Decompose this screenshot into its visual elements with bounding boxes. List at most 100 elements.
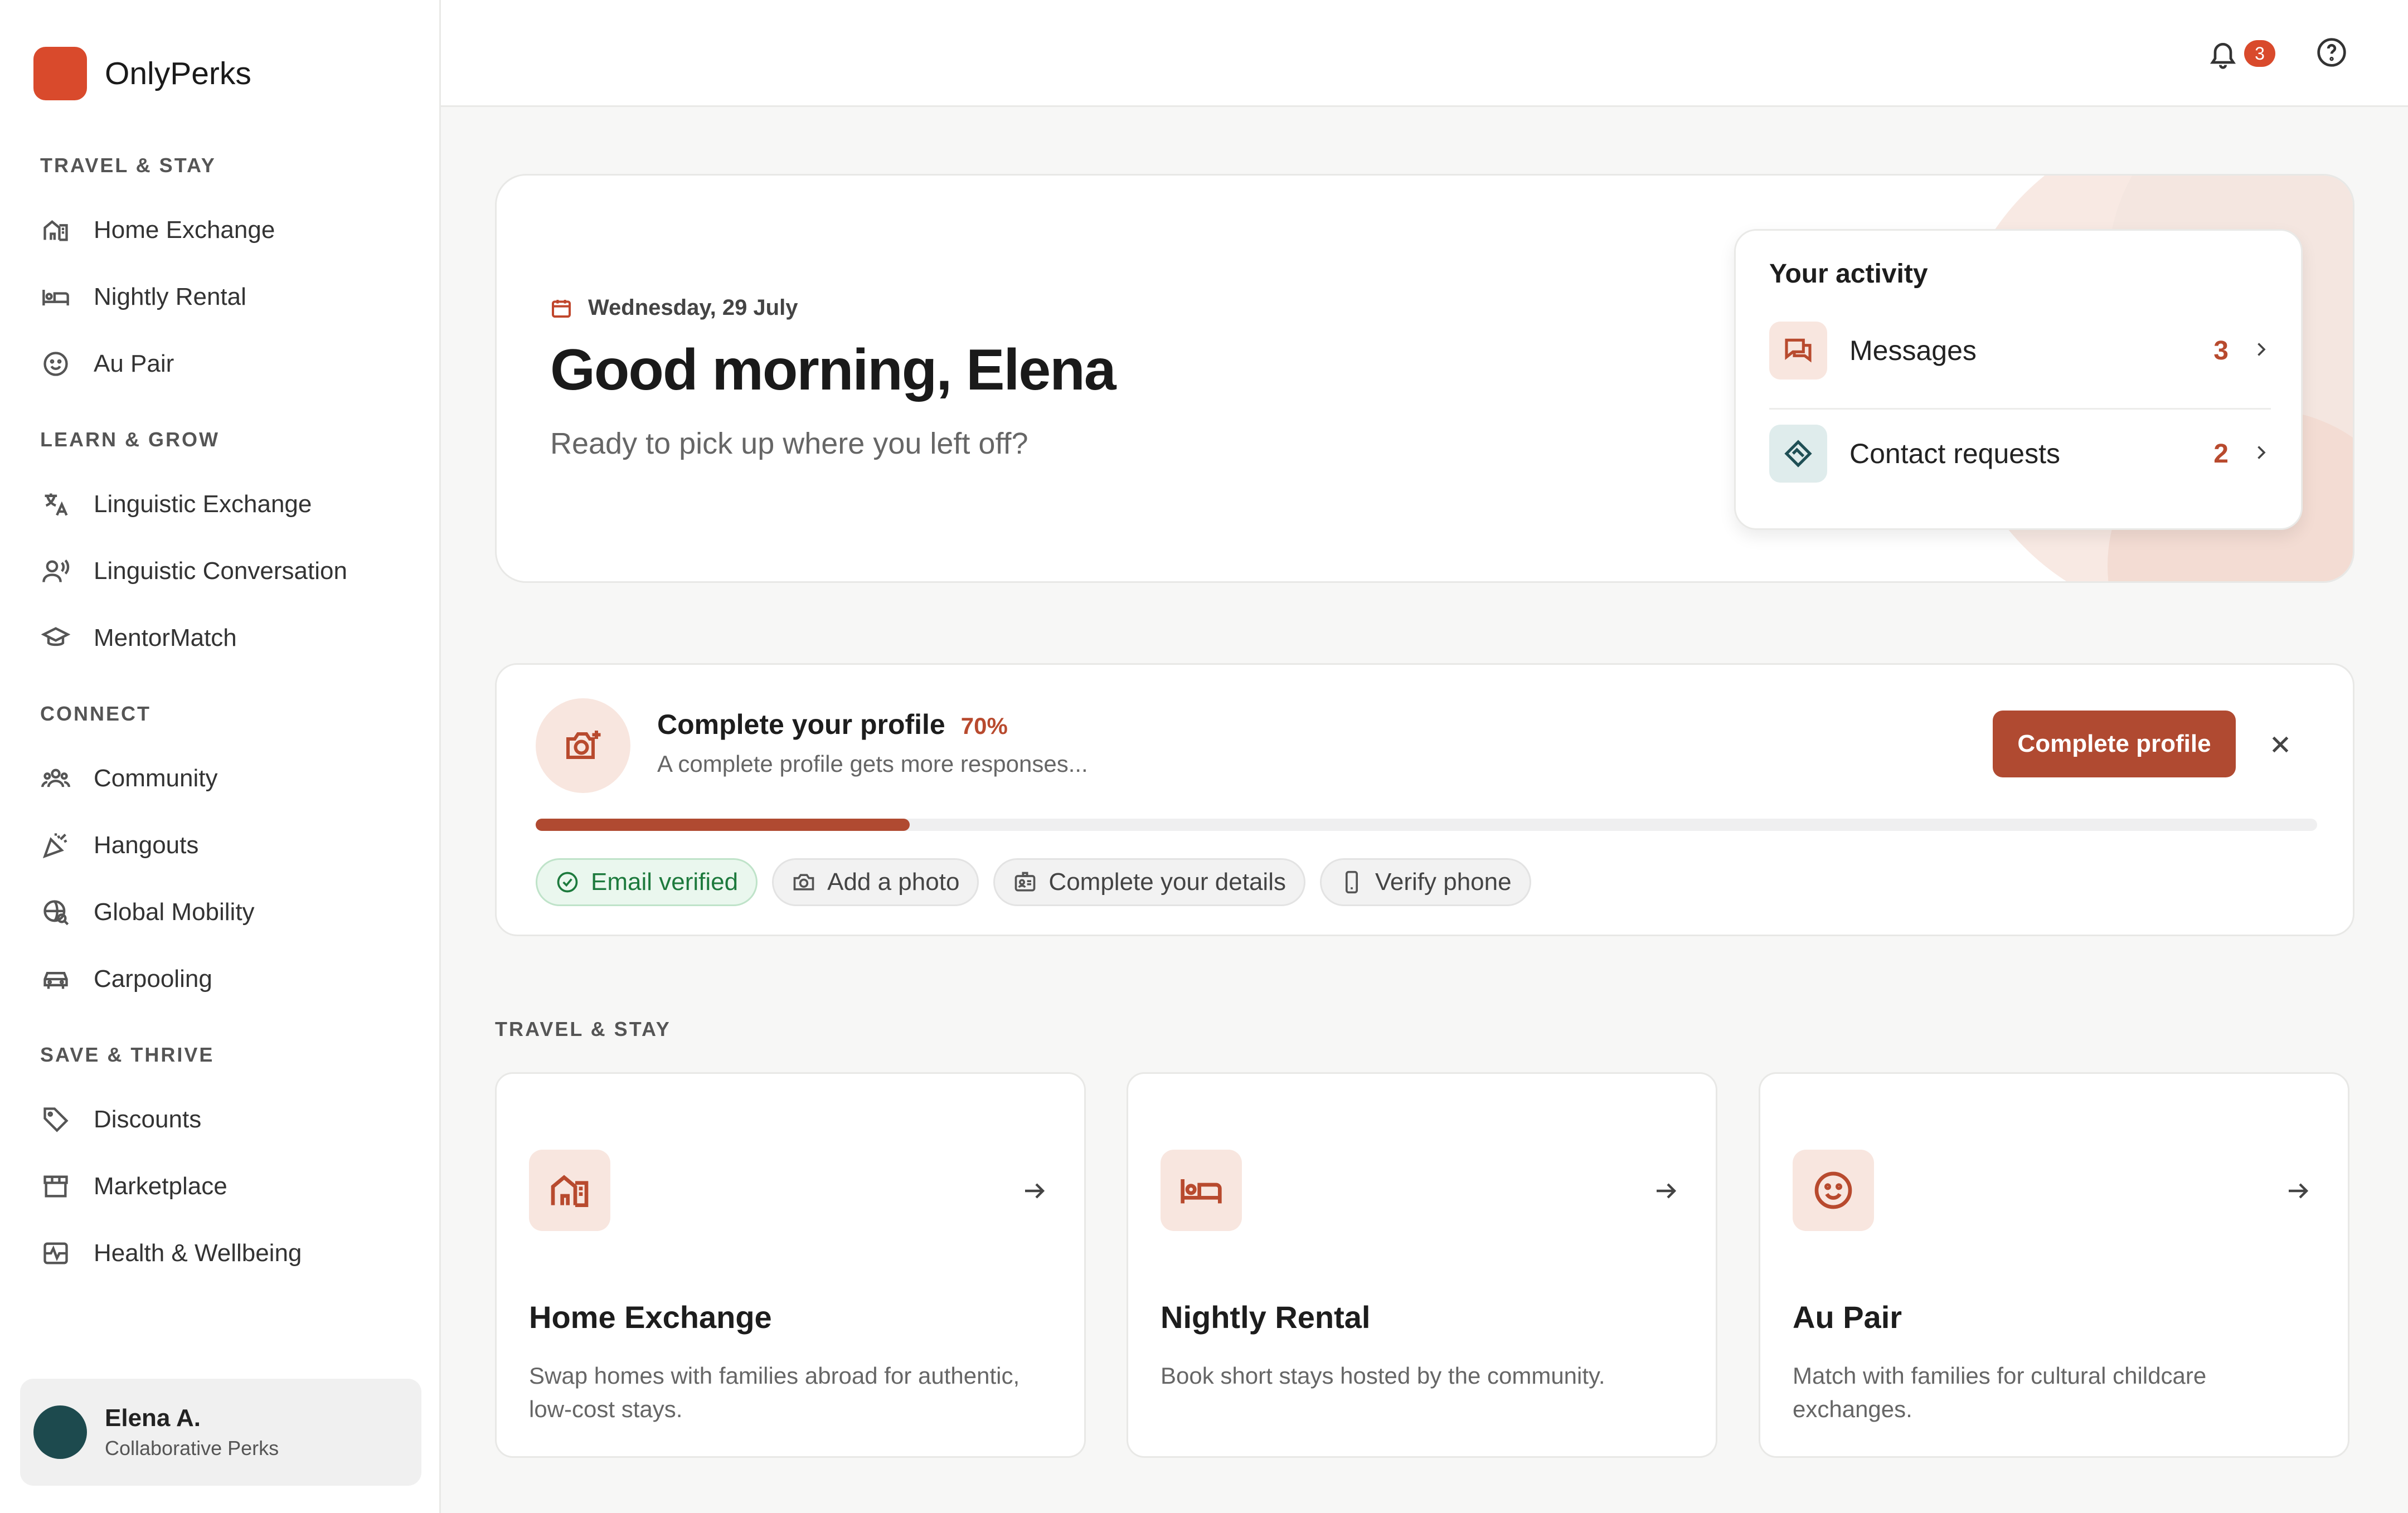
- chip-label: Add a photo: [827, 868, 960, 896]
- user-subtitle: Collaborative Perks: [105, 1437, 279, 1460]
- activity-title: Your activity: [1769, 259, 1928, 289]
- sidebar-item-carpooling[interactable]: Carpooling: [40, 957, 212, 1001]
- sidebar-item-linguistic-conversation[interactable]: Linguistic Conversation: [40, 549, 347, 593]
- car-icon: [40, 964, 71, 995]
- progress-fill: [536, 819, 910, 831]
- chip-email-verified[interactable]: Email verified: [536, 858, 758, 906]
- sidebar-item-label: Community: [94, 765, 218, 792]
- sidebar-item-label: Hangouts: [94, 831, 199, 859]
- arrow-right-icon: [2284, 1178, 2311, 1204]
- translate-icon: [40, 489, 71, 520]
- smiley-icon: [40, 348, 71, 380]
- card-description: Match with families for cultural childca…: [1793, 1363, 2207, 1422]
- greeting-card: Wednesday, 29 July Good morning, Elena R…: [495, 174, 2354, 583]
- card-title: Nightly Rental: [1161, 1300, 1371, 1335]
- brand-name: OnlyPerks: [105, 56, 251, 91]
- chip-add-photo[interactable]: Add a photo: [772, 858, 979, 906]
- user-info: Elena A. Collaborative Perks: [105, 1404, 279, 1460]
- calendar-icon: [552, 299, 571, 318]
- bed-icon: [40, 281, 71, 313]
- brand-logo: [33, 47, 87, 100]
- nav-section-travel: TRAVEL & STAY: [40, 154, 216, 177]
- bell-icon[interactable]: [2207, 39, 2239, 70]
- bed-icon: [1161, 1150, 1242, 1231]
- activity-count: 2: [2213, 439, 2229, 469]
- profile-steps: Email verified Add a photo Complete your…: [536, 858, 1546, 906]
- graduation-cap-icon: [40, 622, 71, 654]
- date-text: Wednesday, 29 July: [588, 295, 798, 320]
- sidebar-item-hangouts[interactable]: Hangouts: [40, 823, 198, 868]
- help-icon[interactable]: [2316, 37, 2349, 70]
- smiley-icon: [1793, 1150, 1874, 1231]
- phone-icon: [1345, 870, 1358, 894]
- notification-badge: 3: [2244, 40, 2275, 67]
- sidebar-item-label: Health & Wellbeing: [94, 1239, 302, 1267]
- sidebar-item-label: Au Pair: [94, 350, 174, 377]
- chevron-right-icon: [2251, 442, 2271, 465]
- id-card-icon: [1015, 872, 1036, 892]
- card-nightly-rental[interactable]: Nightly Rental Book short stays hosted b…: [1127, 1072, 1717, 1458]
- messages-icon: [1769, 322, 1827, 380]
- chip-complete-details[interactable]: Complete your details: [993, 858, 1305, 906]
- chip-label: Email verified: [591, 868, 739, 896]
- activity-row-messages[interactable]: Messages 3: [1769, 312, 2271, 390]
- chevron-right-icon: [2251, 339, 2271, 362]
- globe-search-icon: [40, 897, 71, 928]
- profile-progress-bar: [536, 819, 2317, 831]
- sidebar-item-label: Home Exchange: [94, 216, 275, 244]
- avatar: [33, 1405, 87, 1459]
- arrow-right-icon: [1652, 1178, 1679, 1204]
- card-title: Au Pair: [1793, 1300, 1902, 1335]
- page-subtitle: Ready to pick up where you left off?: [550, 427, 1028, 460]
- arrow-right-icon: [1021, 1178, 1047, 1204]
- profile-subtitle: A complete profile gets more responses..…: [657, 751, 1088, 777]
- check-circle-icon: [557, 872, 578, 893]
- sidebar-item-label: Carpooling: [94, 965, 212, 993]
- nav-section-connect: CONNECT: [40, 702, 151, 725]
- sidebar-item-community[interactable]: Community: [40, 756, 218, 801]
- activity-count: 3: [2213, 335, 2229, 366]
- sidebar-item-linguistic-exchange[interactable]: Linguistic Exchange: [40, 482, 312, 527]
- sidebar-item-health-wellbeing[interactable]: Health & Wellbeing: [40, 1231, 302, 1276]
- sidebar-item-home-exchange[interactable]: Home Exchange: [40, 208, 275, 252]
- camera-plus-icon: [536, 698, 630, 793]
- sidebar-item-label: Global Mobility: [94, 898, 255, 926]
- chip-label: Complete your details: [1048, 868, 1286, 896]
- sidebar-item-label: Linguistic Conversation: [94, 557, 347, 585]
- handshake-icon: [1769, 425, 1827, 483]
- card-au-pair[interactable]: Au Pair Match with families for cultural…: [1759, 1072, 2349, 1458]
- sidebar-item-global-mobility[interactable]: Global Mobility: [40, 890, 255, 935]
- activity-label: Messages: [1849, 335, 1977, 366]
- chip-label: Verify phone: [1375, 868, 1512, 896]
- divider: [1769, 408, 2271, 410]
- sidebar-item-label: Discounts: [94, 1106, 202, 1133]
- sidebar: OnlyPerks TRAVEL & STAY Home Exchange Ni…: [0, 0, 441, 1513]
- party-popper-icon: [40, 830, 71, 861]
- user-name: Elena A.: [105, 1404, 201, 1432]
- speaking-user-icon: [40, 556, 71, 587]
- card-home-exchange[interactable]: Home Exchange Swap homes with families a…: [495, 1072, 1086, 1458]
- nav-section-save: SAVE & THRIVE: [40, 1043, 215, 1066]
- topbar: [441, 0, 2408, 107]
- activity-row-contact-requests[interactable]: Contact requests 2: [1769, 415, 2271, 493]
- sidebar-item-discounts[interactable]: Discounts: [40, 1097, 201, 1142]
- sidebar-item-mentormatch[interactable]: MentorMatch: [40, 616, 237, 660]
- nav-section-learn: LEARN & GROW: [40, 428, 220, 451]
- sidebar-item-marketplace[interactable]: Marketplace: [40, 1164, 227, 1209]
- chip-verify-phone[interactable]: Verify phone: [1319, 858, 1531, 906]
- heart-pulse-icon: [40, 1238, 71, 1269]
- close-icon[interactable]: [2266, 731, 2294, 758]
- card-description: Book short stays hosted by the community…: [1161, 1363, 1605, 1389]
- complete-profile-button[interactable]: Complete profile: [1993, 711, 2236, 777]
- sidebar-item-nightly-rental[interactable]: Nightly Rental: [40, 275, 246, 319]
- sidebar-item-label: Nightly Rental: [94, 283, 246, 310]
- profile-title-row: Complete your profile 70%: [657, 708, 1008, 741]
- sidebar-item-label: Marketplace: [94, 1173, 227, 1200]
- brand[interactable]: OnlyPerks: [33, 47, 251, 100]
- profile-percent: 70%: [960, 713, 1008, 739]
- store-icon: [40, 1171, 71, 1202]
- section-heading: TRAVEL & STAY: [495, 1018, 671, 1040]
- profile-title: Complete your profile: [657, 709, 945, 740]
- sidebar-item-au-pair[interactable]: Au Pair: [40, 342, 174, 386]
- user-card[interactable]: Elena A. Collaborative Perks: [20, 1379, 421, 1486]
